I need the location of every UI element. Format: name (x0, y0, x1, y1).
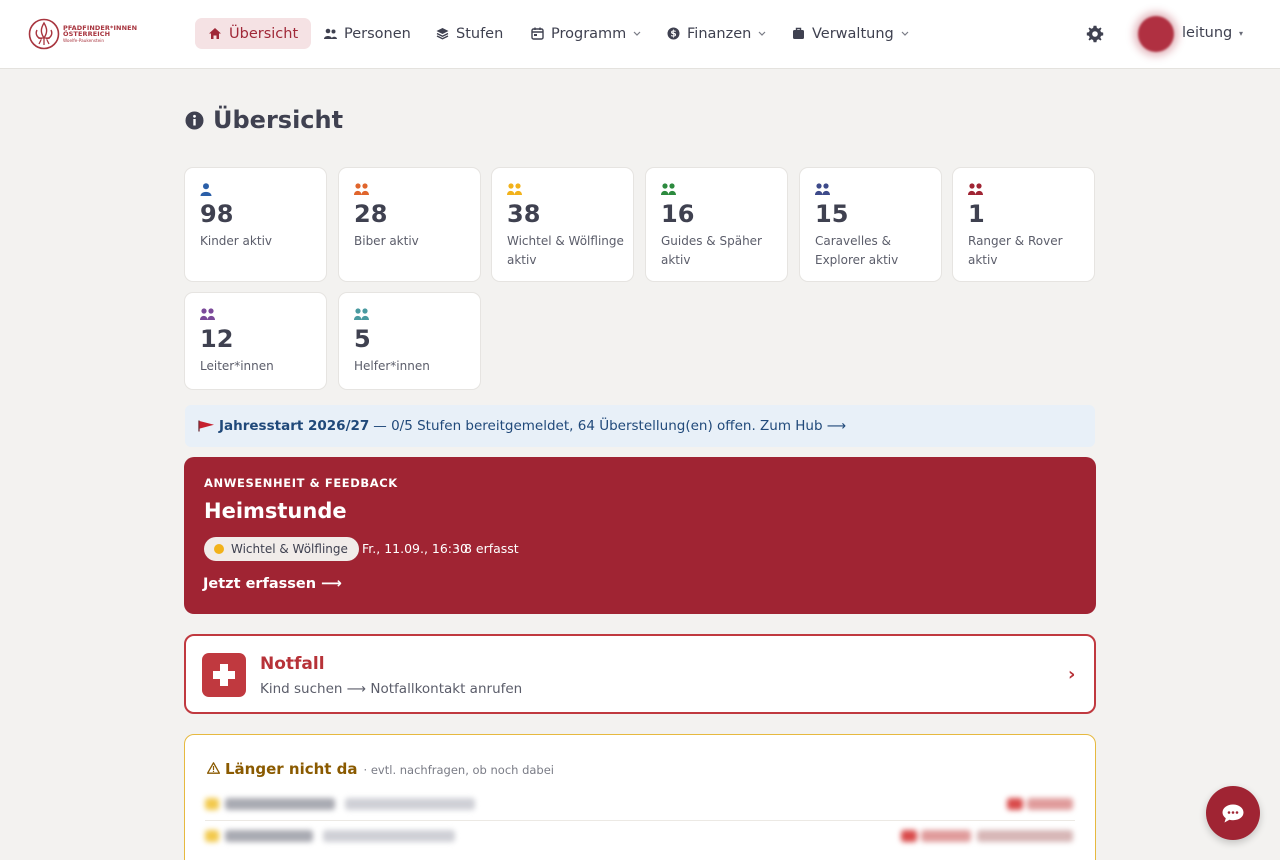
home-icon (209, 28, 221, 39)
info-icon (185, 111, 204, 129)
absent-subtitle: · evtl. nachfragen, ob noch dabei (363, 763, 554, 777)
user-name[interactable]: leitung (1182, 25, 1232, 41)
group-icon (968, 183, 983, 195)
stat-label: Guides & Späher aktiv (661, 234, 762, 267)
stat-card-guides[interactable]: 16 Guides & Späher aktiv (645, 167, 788, 282)
attendance-card: ANWESENHEIT & FEEDBACK Heimstunde Wichte… (184, 457, 1096, 614)
chevron-down-icon (901, 31, 909, 36)
list-item[interactable] (205, 794, 1075, 816)
emergency-subtitle: Kind suchen ⟶ Notfallkontakt anrufen (260, 681, 523, 697)
user-menu-caret[interactable]: ▾ (1239, 29, 1243, 38)
calendar-icon (531, 27, 544, 40)
absent-title: Länger nicht da (225, 760, 358, 778)
record-attendance-link[interactable]: Jetzt erfassen ⟶ (203, 576, 342, 592)
gear-icon[interactable] (1086, 25, 1104, 43)
stat-value: 28 (354, 200, 388, 228)
stat-value: 1 (968, 200, 985, 228)
chevron-down-icon (633, 31, 641, 36)
chevron-right-icon: › (1068, 664, 1076, 685)
group-icon (200, 308, 215, 320)
emergency-title: Notfall (260, 654, 325, 674)
scout-lily-icon (28, 18, 60, 50)
warning-icon (207, 762, 220, 774)
stat-label: Kinder aktiv (200, 234, 272, 248)
stat-value: 38 (507, 200, 541, 228)
stat-label: Wichtel & Wölflinge aktiv (507, 234, 624, 267)
first-aid-icon (202, 653, 246, 697)
divider (205, 820, 1075, 821)
stufe-color-dot (214, 544, 224, 554)
banner-text[interactable]: — 0/5 Stufen bereitgemeldet, 64 Überstel… (373, 418, 846, 434)
stat-card-ranger[interactable]: 1 Ranger & Rover aktiv (952, 167, 1095, 282)
chat-icon (1222, 804, 1244, 822)
flag-icon (198, 420, 214, 432)
chevron-down-icon (758, 31, 766, 36)
users-icon (324, 28, 337, 39)
stat-value: 5 (354, 325, 371, 353)
avatar[interactable] (1138, 16, 1174, 52)
list-item[interactable] (205, 826, 1075, 848)
stat-value: 15 (815, 200, 849, 228)
group-icon (815, 183, 830, 195)
chat-button[interactable] (1206, 786, 1260, 840)
stat-card-wichtel[interactable]: 38 Wichtel & Wölflinge aktiv (491, 167, 634, 282)
jahresstart-banner[interactable]: Jahresstart 2026/27 — 0/5 Stufen bereitg… (185, 405, 1095, 447)
nav-item-label: Verwaltung (812, 25, 894, 42)
brand-line-2: ÖSTERREICH (63, 30, 111, 39)
nav-item-label: Programm (551, 25, 627, 42)
attendance-title: Heimstunde (204, 499, 347, 523)
page-title-text: Übersicht (213, 106, 344, 134)
layers-icon (436, 28, 449, 40)
attendance-date: Fr., 11.09., 16:30 (362, 541, 468, 556)
nav-item-label: Personen (344, 25, 411, 42)
stat-card-helfer[interactable]: 5 Helfer*innen (338, 292, 481, 390)
dollar-icon: $ (667, 27, 680, 40)
stat-card-leiter[interactable]: 12 Leiter*innen (184, 292, 327, 390)
absent-children-card: Länger nicht da · evtl. nachfragen, ob n… (184, 734, 1096, 860)
nav-item-verwaltung[interactable]: Verwaltung (792, 18, 909, 49)
stat-label: Biber aktiv (354, 234, 419, 248)
user-icon (200, 183, 212, 196)
nav-item-label: Finanzen (687, 25, 752, 42)
nav-item-stufen[interactable]: Stufen (436, 18, 503, 49)
group-icon (354, 308, 369, 320)
brand-line-3: Woelfe-Paukenstein (63, 37, 105, 43)
group-icon (661, 183, 676, 195)
top-navigation-bar: PFADFINDER*INNEN ÖSTERREICH Woelfe-Pauke… (0, 0, 1280, 69)
stat-value: 16 (661, 200, 695, 228)
briefcase-icon (793, 27, 804, 39)
group-icon (507, 183, 522, 195)
banner-title: Jahresstart 2026/27 (219, 418, 370, 434)
page-title: Übersicht (185, 106, 343, 134)
nav-item-uebersicht[interactable]: Übersicht (195, 18, 312, 49)
attendance-label: ANWESENHEIT & FEEDBACK (204, 476, 398, 490)
stat-label: Helfer*innen (354, 359, 430, 373)
stat-label: Caravelles & Explorer aktiv (815, 234, 899, 267)
emergency-card[interactable]: Notfall Kind suchen ⟶ Notfallkontakt anr… (184, 634, 1096, 714)
nav-item-label: Stufen (456, 25, 504, 42)
stufe-chip-label: Wichtel & Wölflinge (231, 542, 348, 556)
group-icon (354, 183, 369, 195)
stat-card-kinder[interactable]: 98 Kinder aktiv (184, 167, 327, 282)
nav-item-label: Übersicht (229, 25, 299, 42)
stat-card-caravelles[interactable]: 15 Caravelles & Explorer aktiv (799, 167, 942, 282)
stat-card-biber[interactable]: 28 Biber aktiv (338, 167, 481, 282)
stat-label: Ranger & Rover aktiv (968, 234, 1063, 267)
nav-item-personen[interactable]: Personen (324, 18, 411, 49)
nav-item-programm[interactable]: Programm (531, 18, 641, 49)
nav-item-finanzen[interactable]: $ Finanzen (667, 18, 766, 49)
stat-value: 12 (200, 325, 234, 353)
stufe-chip: Wichtel & Wölflinge (204, 537, 359, 561)
svg-text:$: $ (670, 30, 676, 40)
attendance-count: · 8 erfasst (456, 541, 519, 556)
stat-value: 98 (200, 200, 234, 228)
stat-label: Leiter*innen (200, 359, 274, 373)
brand-logo[interactable]: PFADFINDER*INNEN ÖSTERREICH Woelfe-Pauke… (28, 17, 140, 51)
absent-header: Länger nicht da · evtl. nachfragen, ob n… (207, 760, 554, 778)
